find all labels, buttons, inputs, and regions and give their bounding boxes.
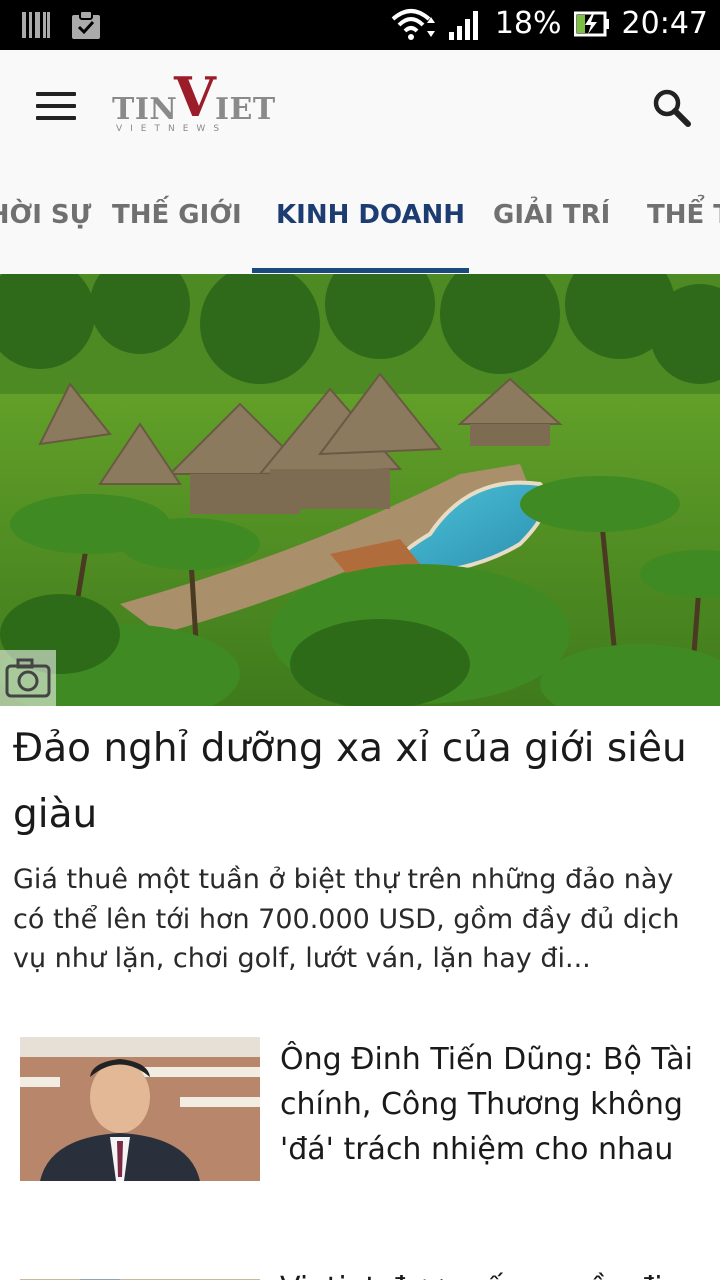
logo-text-v: V <box>174 65 216 129</box>
tab-thoi-su[interactable]: THỜI SỰ <box>0 200 91 230</box>
tab-the-gioi[interactable]: THẾ GIỚI <box>112 200 242 230</box>
barcode-icon <box>22 12 50 38</box>
search-icon[interactable] <box>650 86 694 130</box>
clipboard-check-icon <box>72 10 100 39</box>
article-thumbnail <box>20 1037 260 1181</box>
article-thumbnail <box>20 1272 260 1280</box>
hamburger-icon-bar <box>36 116 76 120</box>
featured-image[interactable] <box>0 274 720 706</box>
hamburger-icon-bar <box>36 104 76 108</box>
battery-percent: 18% <box>494 6 562 41</box>
featured-headline[interactable]: Đảo nghỉ dưỡng xa xỉ của giới siêu giàu <box>13 716 693 848</box>
logo-subtext: VIETNEWS <box>116 124 228 134</box>
list-item[interactable]: Vietjet được cấp quyền đi <box>20 1271 700 1280</box>
menu-button[interactable] <box>36 92 76 122</box>
status-bar: 18% 20:47 <box>0 0 720 50</box>
wifi-icon <box>391 8 435 40</box>
active-tab-indicator <box>252 268 469 273</box>
article-title: Vietjet được cấp quyền đi <box>280 1266 700 1280</box>
portrait-photo <box>20 1037 260 1181</box>
category-tabs: THỜI SỰ THẾ GIỚI KINH DOANH GIẢI TRÍ THỂ… <box>0 160 720 274</box>
app-header: TIN V IET VIETNEWS <box>0 50 720 160</box>
resort-photo <box>0 274 720 706</box>
article-title: Ông Đinh Tiến Dũng: Bộ Tài chính, Công T… <box>280 1042 693 1167</box>
logo-text-iet: IET <box>215 92 276 127</box>
logo-text-tin: TIN <box>112 92 178 127</box>
list-item[interactable]: Ông Đinh Tiến Dũng: Bộ Tài chính, Công T… <box>20 1037 700 1207</box>
tab-the-thao[interactable]: THỂ THAO <box>647 200 720 230</box>
featured-summary: Giá thuê một tuần ở biệt thự trên những … <box>13 864 680 974</box>
tab-kinh-doanh[interactable]: KINH DOANH <box>276 200 465 230</box>
signal-icon <box>448 10 478 40</box>
camera-icon <box>5 658 51 698</box>
clock: 20:47 <box>621 6 708 41</box>
tab-giai-tri[interactable]: GIẢI TRÍ <box>493 200 610 230</box>
camera-badge <box>0 650 56 706</box>
app-logo[interactable]: TIN V IET VIETNEWS <box>112 70 282 142</box>
battery-charging-icon <box>573 11 609 36</box>
hamburger-icon <box>36 92 76 96</box>
